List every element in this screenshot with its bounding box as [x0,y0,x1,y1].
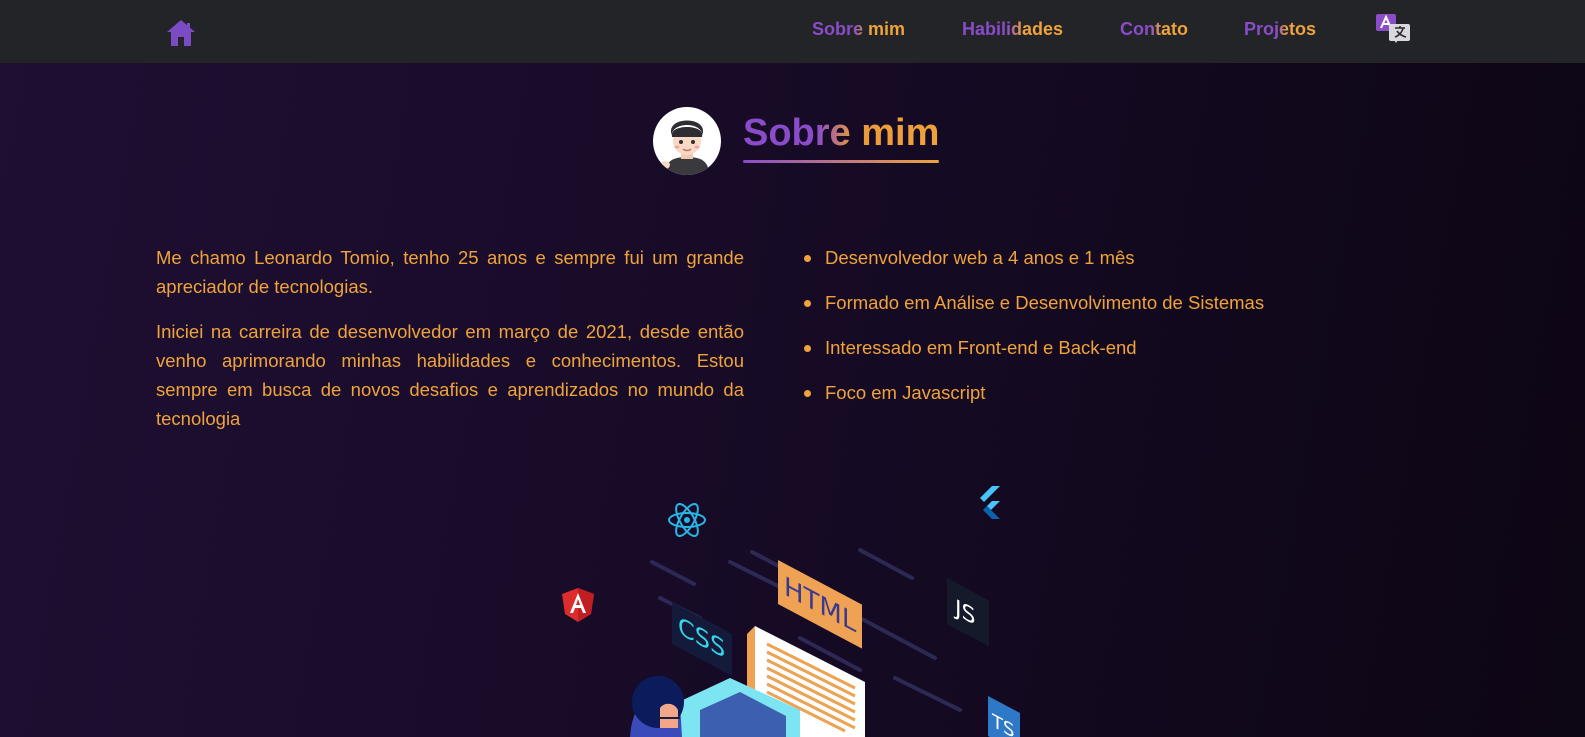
about-paragraph-1: Me chamo Leonardo Tomio, tenho 25 anos e… [156,247,744,297]
flutter-icon [980,486,1000,519]
nav-link-habilidades[interactable]: Habilidades [962,18,1063,40]
navbar: Sobre mim Habilidades Contato Projetos [0,0,1585,63]
list-item: Foco em Javascript [802,378,1362,423]
page-title: Sobre mim [743,112,940,154]
avatar [653,107,721,175]
nav-link-projetos[interactable]: Projetos [1244,18,1316,40]
developer-illustration: HTML CSS JS TS [560,478,1040,737]
about-highlights-list: Desenvolvedor web a 4 anos e 1 mês Forma… [802,243,1362,423]
nav-link-sobre-mim[interactable]: Sobre mim [812,18,905,40]
nav-link-contato[interactable]: Contato [1120,18,1188,40]
title-underline [743,160,939,163]
about-description: Me chamo Leonardo Tomio, tenho 25 anos e… [156,243,744,449]
translate-icon[interactable] [1376,14,1412,44]
list-item: Interessado em Front-end e Back-end [802,333,1362,378]
list-item: Desenvolvedor web a 4 anos e 1 mês [802,243,1362,288]
react-icon [668,503,706,537]
html-label: HTML [784,570,857,640]
about-paragraph-2: Iniciei na carreira de desenvolvedor em … [156,321,744,429]
developer-figure [630,676,684,737]
list-item: Formado em Análise e Desenvolvimento de … [802,288,1362,333]
angular-icon [562,588,594,622]
home-icon[interactable] [165,18,197,48]
